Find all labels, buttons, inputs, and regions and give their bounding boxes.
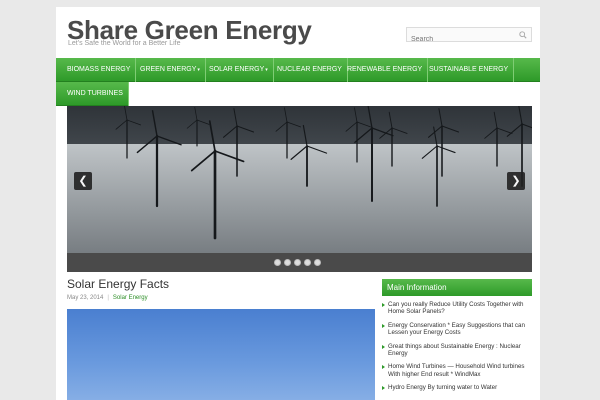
nav-item-label: Sustainable Energy bbox=[429, 66, 509, 73]
slider-prev-button[interactable]: ❮ bbox=[74, 172, 92, 190]
search-box[interactable] bbox=[406, 27, 532, 46]
wind-farm-image bbox=[67, 106, 532, 272]
sidebar-link[interactable]: Hydro Energy By turning water to Water bbox=[382, 384, 532, 391]
main-navigation: Biomass Energy Green Energy▾ Solar Energ… bbox=[56, 58, 540, 106]
post-featured-image[interactable] bbox=[67, 309, 375, 400]
image-slider[interactable]: ❮ ❯ bbox=[67, 106, 532, 272]
page-container: Share Green Energy Let's Safe the World … bbox=[56, 7, 540, 400]
search-icon[interactable] bbox=[519, 31, 527, 39]
slider-dot[interactable] bbox=[314, 259, 321, 266]
nav-item-green-energy[interactable]: Green Energy▾ bbox=[135, 58, 206, 82]
meta-separator: | bbox=[107, 295, 109, 301]
post-title[interactable]: Solar Energy Facts bbox=[67, 277, 169, 291]
slider-dot[interactable] bbox=[284, 259, 291, 266]
nav-row-2: Wind Turbines bbox=[56, 82, 129, 106]
nav-item-sustainable-energy[interactable]: Sustainable Energy bbox=[424, 58, 515, 82]
nav-item-label: Biomass Energy bbox=[67, 66, 131, 73]
sidebar-link[interactable]: Energy Conservation * Easy Suggestions t… bbox=[382, 322, 532, 337]
chevron-down-icon: ▾ bbox=[197, 67, 200, 73]
post-meta: May 23, 2014 | Solar Energy bbox=[67, 295, 148, 301]
sidebar-widget-title: Main Information bbox=[382, 279, 532, 296]
sidebar-widget-list: Can you really Reduce Utility Costs Toge… bbox=[382, 301, 532, 398]
nav-item-label: Solar Energy bbox=[209, 66, 265, 73]
chevron-down-icon: ▾ bbox=[265, 67, 268, 73]
site-tagline: Let's Safe the World for a Better Life bbox=[68, 40, 181, 47]
nav-item-label: Renewable Energy bbox=[347, 66, 423, 73]
nav-item-nuclear-energy[interactable]: Nuclear Energy bbox=[272, 58, 348, 82]
sidebar-link[interactable]: Can you really Reduce Utility Costs Toge… bbox=[382, 301, 532, 316]
nav-item-wind-turbines[interactable]: Wind Turbines bbox=[62, 82, 129, 106]
post-category-link[interactable]: Solar Energy bbox=[113, 295, 148, 301]
nav-item-label: Nuclear Energy bbox=[277, 66, 342, 73]
search-input[interactable] bbox=[407, 33, 515, 46]
post-date: May 23, 2014 bbox=[67, 295, 104, 301]
slider-dot[interactable] bbox=[294, 259, 301, 266]
nav-item-label: Green Energy bbox=[140, 66, 197, 73]
nav-row-1: Biomass Energy Green Energy▾ Solar Energ… bbox=[56, 58, 540, 82]
slider-pagination bbox=[67, 253, 532, 272]
slider-next-button[interactable]: ❯ bbox=[507, 172, 525, 190]
nav-item-biomass-energy[interactable]: Biomass Energy bbox=[62, 58, 137, 82]
sidebar-link[interactable]: Great things about Sustainable Energy : … bbox=[382, 343, 532, 358]
sidebar-link[interactable]: Home Wind Turbines — Household Wind turb… bbox=[382, 363, 532, 378]
nav-item-solar-energy[interactable]: Solar Energy▾ bbox=[204, 58, 274, 82]
slider-dot[interactable] bbox=[304, 259, 311, 266]
slider-dot[interactable] bbox=[274, 259, 281, 266]
nav-item-renewable-energy[interactable]: Renewable Energy bbox=[342, 58, 429, 82]
nav-item-label: Wind Turbines bbox=[67, 90, 123, 97]
